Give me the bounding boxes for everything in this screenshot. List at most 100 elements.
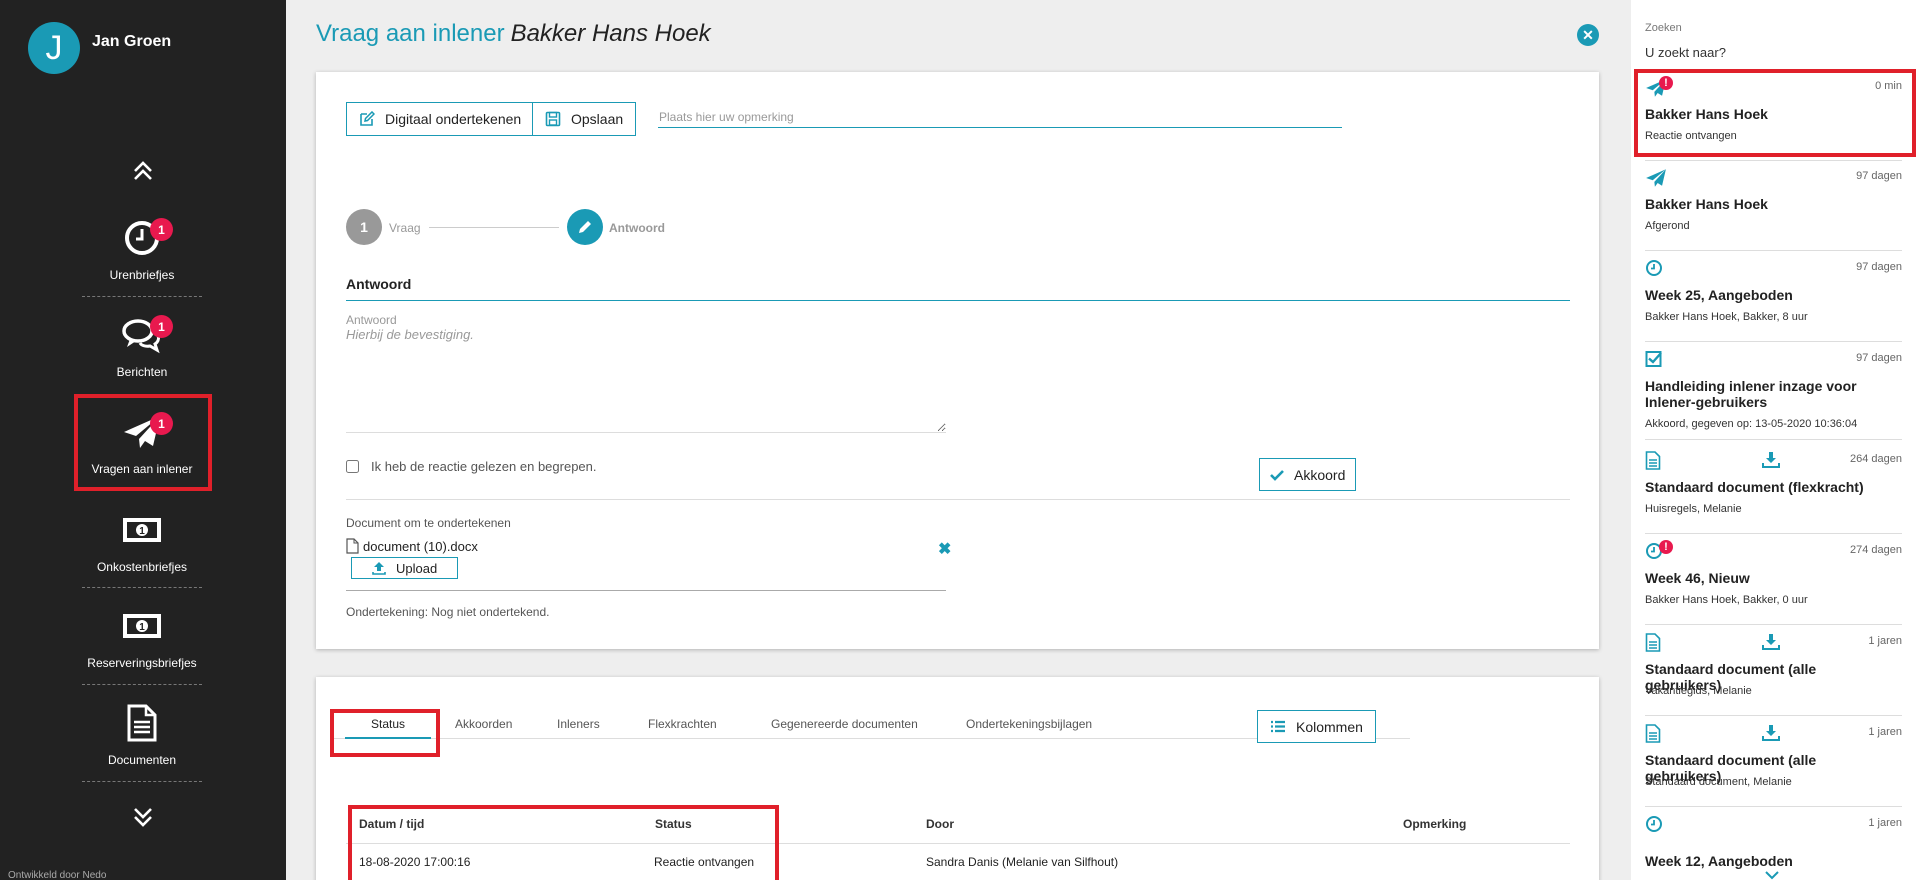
activity-title: Week 25, Aangeboden [1645, 287, 1793, 303]
activity-subtitle: Bakker Hans Hoek, Bakker, 8 uur [1645, 311, 1808, 323]
document-label: Document om te ondertekenen [346, 516, 511, 530]
activity-title: Handleiding inlener inzage voor Inlener-… [1645, 378, 1857, 410]
activity-subtitle: Akkoord, gegeven op: 13-05-2020 10:36:04 [1645, 418, 1858, 430]
pencil-icon [579, 221, 591, 233]
activity-subtitle: Afgerond [1645, 220, 1690, 232]
nav-label: Onkostenbriefjes [96, 560, 188, 574]
checkbox-icon [1645, 350, 1669, 372]
nav-item-documenten[interactable]: Documenten [82, 693, 202, 789]
close-button[interactable]: ✕ [1577, 24, 1599, 46]
upload-button[interactable]: Upload [351, 557, 459, 579]
read-confirmation-label: Ik heb de reactie gelezen en begrepen. [371, 459, 597, 474]
scroll-up-icon[interactable] [128, 155, 158, 185]
download-icon[interactable] [1762, 451, 1780, 471]
banknote-icon: 1 [123, 614, 161, 638]
activity-subtitle: Vakantiegids, Melanie [1645, 685, 1752, 697]
edit-icon [360, 111, 375, 126]
history-card: Status Akkoorden Inleners Flexkrachten G… [316, 677, 1599, 880]
svg-text:1: 1 [139, 622, 145, 633]
answer-heading: Antwoord [346, 276, 1570, 301]
download-icon[interactable] [1762, 633, 1780, 653]
step-1-circle: 1 [346, 209, 382, 245]
document-icon [1645, 633, 1669, 655]
nav-label: Reserveringsbriefjes [87, 656, 197, 670]
clock-icon [1645, 259, 1669, 281]
sidebar: J Jan Groen 1 Urenbriefjes 1 Berichten 1… [0, 0, 286, 880]
tab-ondertekeningsbijlagen[interactable]: Ondertekeningsbijlagen [966, 707, 1092, 739]
clock-icon [1645, 815, 1669, 837]
upload-button-label: Upload [396, 560, 438, 576]
file-icon [346, 538, 359, 554]
activity-panel: Zoeken U zoekt naar? ! 0 min Bakker Hans… [1631, 0, 1918, 880]
highlight-box [1634, 69, 1916, 157]
divider [82, 587, 202, 588]
read-confirmation: Ik heb de reactie gelezen en begrepen. [346, 459, 597, 474]
notification-badge: 1 [150, 315, 173, 338]
sign-button-label: Digitaal ondertekenen [385, 111, 522, 127]
document-file[interactable]: document (10).docx [346, 538, 478, 554]
agree-button-label: Akkoord [1294, 466, 1346, 483]
nav-item-urenbriefjes[interactable]: 1 Urenbriefjes [82, 208, 202, 304]
footer-credit: Ontwikkeld door Nedo [8, 870, 107, 880]
read-confirmation-checkbox[interactable] [346, 460, 359, 473]
activity-time: 1 jaren [1868, 726, 1902, 738]
scroll-down-icon[interactable] [1764, 868, 1780, 880]
activity-time: 97 dagen [1856, 261, 1902, 273]
remark-input[interactable]: Plaats hier uw opmerking [658, 102, 1342, 128]
divider [346, 499, 1570, 500]
activity-subtitle: Standaard document, Melanie [1645, 776, 1792, 788]
question-card: Digitaal ondertekenen Opslaan Plaats hie… [316, 72, 1599, 649]
save-button[interactable]: Opslaan [532, 102, 637, 136]
remove-document-icon[interactable]: ✖ [938, 539, 951, 559]
search-input[interactable]: U zoekt naar? [1645, 45, 1726, 60]
activity-title: Standaard document (flexkracht) [1645, 479, 1864, 495]
activity-item[interactable]: 97 dagen Bakker Hans Hoek Afgerond [1645, 160, 1902, 251]
tab-akkoorden[interactable]: Akkoorden [455, 707, 512, 739]
column-header-remark[interactable]: Opmerking [1403, 817, 1466, 831]
answer-field-label: Antwoord [346, 313, 397, 327]
tab-gegenereerde-documenten[interactable]: Gegenereerde documenten [771, 707, 918, 739]
activity-item[interactable]: 264 dagen Standaard document (flexkracht… [1645, 443, 1902, 534]
nav-item-onkostenbriefjes[interactable]: 1 Onkostenbriefjes [82, 500, 202, 596]
nav-item-reserveringsbriefjes[interactable]: 1 Reserveringsbriefjes [82, 596, 202, 692]
agree-button[interactable]: Akkoord [1259, 458, 1357, 491]
answer-textarea[interactable] [346, 327, 946, 433]
user-profile[interactable]: J Jan Groen [28, 22, 171, 74]
sign-button[interactable]: Digitaal ondertekenen [346, 102, 535, 136]
scroll-down-icon[interactable] [128, 803, 158, 833]
save-button-label: Opslaan [571, 111, 624, 127]
page-title-subject: Bakker Hans Hoek [510, 20, 711, 47]
signing-status: Ondertekening: Nog niet ondertekend. [346, 605, 550, 619]
nav-label: Documenten [107, 753, 177, 767]
tab-flexkrachten[interactable]: Flexkrachten [648, 707, 717, 739]
activity-title: Week 46, Nieuw [1645, 570, 1750, 586]
activity-item[interactable]: 97 dagen Week 25, Aangeboden Bakker Hans… [1645, 251, 1902, 342]
table-cell-by: Sandra Danis (Melanie van Silfhout) [926, 855, 1119, 869]
activity-item[interactable]: ! 274 dagen Week 46, Nieuw Bakker Hans H… [1645, 534, 1902, 625]
activity-subtitle: Bakker Hans Hoek, Bakker, 0 uur [1645, 594, 1808, 606]
download-icon[interactable] [1762, 724, 1780, 744]
nav-label: Berichten [116, 365, 168, 379]
activity-item[interactable]: 1 jaren Standaard document (alle gebruik… [1645, 716, 1902, 807]
column-header-by[interactable]: Door [926, 817, 954, 831]
notification-badge: 1 [150, 218, 173, 241]
nav-item-berichten[interactable]: 1 Berichten [82, 305, 202, 401]
document-icon [127, 704, 157, 742]
avatar[interactable]: J [28, 22, 80, 74]
save-icon [545, 111, 561, 127]
activity-time: 1 jaren [1868, 817, 1902, 829]
highlight-box [348, 805, 779, 880]
step-connector [429, 227, 559, 228]
activity-item[interactable]: 97 dagen Handleiding inlener inzage voor… [1645, 342, 1902, 440]
document-icon [1645, 724, 1669, 746]
activity-item[interactable]: 1 jaren Standaard document (alle gebruik… [1645, 625, 1902, 716]
highlight-box [74, 394, 212, 491]
search-label: Zoeken [1645, 22, 1682, 34]
tab-inleners[interactable]: Inleners [557, 707, 600, 739]
step-1-label: Vraag [389, 221, 421, 235]
activity-time: 97 dagen [1856, 170, 1902, 182]
document-filename: document (10).docx [363, 538, 478, 554]
columns-button[interactable]: Kolommen [1257, 710, 1376, 743]
upload-icon [372, 562, 386, 575]
activity-time: 1 jaren [1868, 635, 1902, 647]
